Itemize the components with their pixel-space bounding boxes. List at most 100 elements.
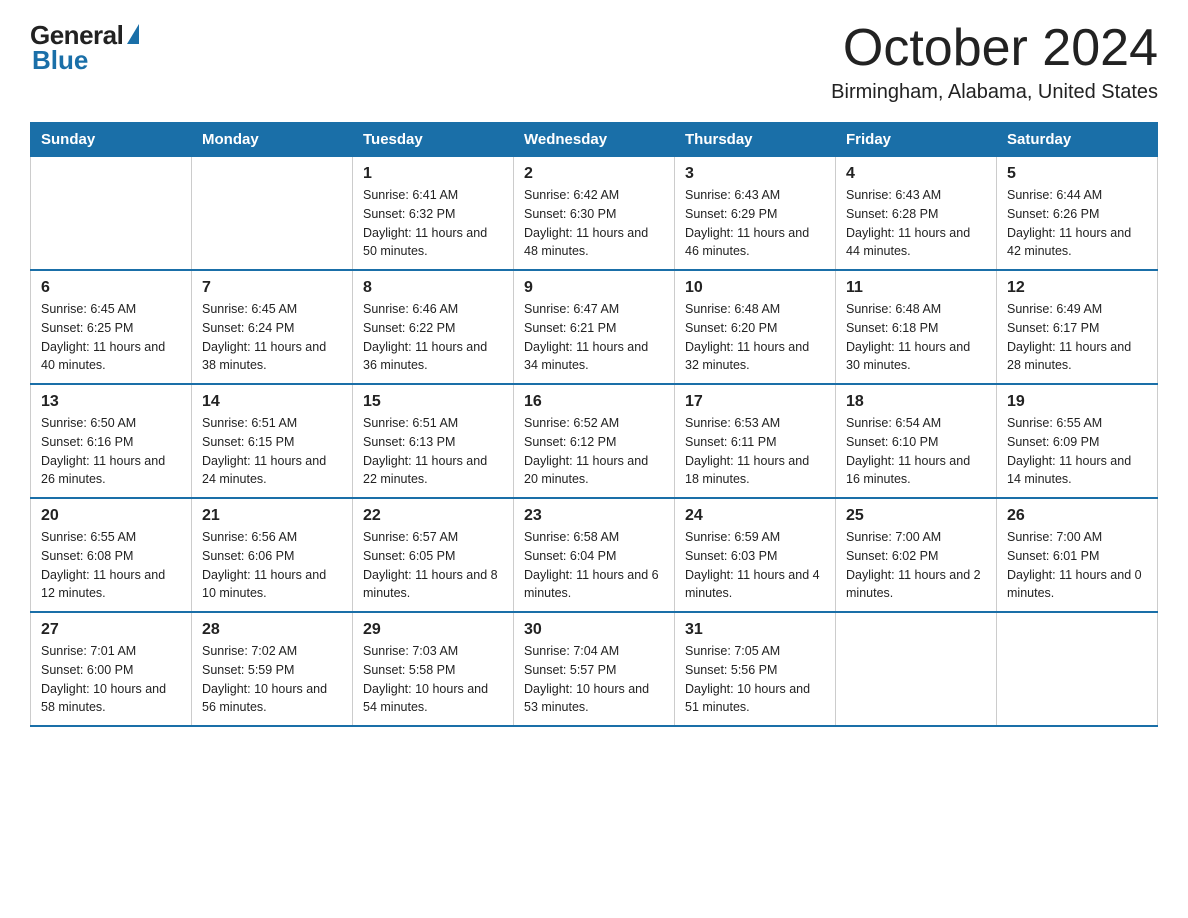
calendar-cell: 29 Sunrise: 7:03 AMSunset: 5:58 PMDayligh… — [353, 612, 514, 726]
calendar-cell: 12 Sunrise: 6:49 AMSunset: 6:17 PMDayligh… — [997, 270, 1158, 384]
calendar-header-row: SundayMondayTuesdayWednesdayThursdayFrid… — [31, 123, 1158, 157]
day-info: Sunrise: 6:56 AMSunset: 6:06 PMDaylight:… — [202, 528, 342, 603]
calendar-table: SundayMondayTuesdayWednesdayThursdayFrid… — [30, 122, 1158, 727]
day-number: 20 — [41, 507, 181, 525]
day-info: Sunrise: 6:42 AMSunset: 6:30 PMDaylight:… — [524, 186, 664, 261]
calendar-cell: 14 Sunrise: 6:51 AMSunset: 6:15 PMDayligh… — [192, 384, 353, 498]
day-number: 30 — [524, 621, 664, 639]
day-number: 12 — [1007, 279, 1147, 297]
day-info: Sunrise: 6:43 AMSunset: 6:28 PMDaylight:… — [846, 186, 986, 261]
calendar-cell — [997, 612, 1158, 726]
calendar-cell: 25 Sunrise: 7:00 AMSunset: 6:02 PMDayligh… — [836, 498, 997, 612]
calendar-cell: 8 Sunrise: 6:46 AMSunset: 6:22 PMDaylight… — [353, 270, 514, 384]
day-number: 29 — [363, 621, 503, 639]
calendar-week-row: 13 Sunrise: 6:50 AMSunset: 6:16 PMDayligh… — [31, 384, 1158, 498]
day-number: 5 — [1007, 165, 1147, 183]
calendar-cell — [192, 157, 353, 271]
column-header-saturday: Saturday — [997, 123, 1158, 157]
day-number: 31 — [685, 621, 825, 639]
calendar-cell: 1Sunrise: 6:41 AMSunset: 6:32 PMDaylight… — [353, 157, 514, 271]
day-info: Sunrise: 7:03 AMSunset: 5:58 PMDaylight:… — [363, 642, 503, 717]
day-number: 16 — [524, 393, 664, 411]
day-info: Sunrise: 6:51 AMSunset: 6:13 PMDaylight:… — [363, 414, 503, 489]
day-number: 6 — [41, 279, 181, 297]
day-number: 8 — [363, 279, 503, 297]
day-info: Sunrise: 6:57 AMSunset: 6:05 PMDaylight:… — [363, 528, 503, 603]
day-info: Sunrise: 6:54 AMSunset: 6:10 PMDaylight:… — [846, 414, 986, 489]
day-info: Sunrise: 6:51 AMSunset: 6:15 PMDaylight:… — [202, 414, 342, 489]
day-info: Sunrise: 6:55 AMSunset: 6:09 PMDaylight:… — [1007, 414, 1147, 489]
calendar-cell: 13 Sunrise: 6:50 AMSunset: 6:16 PMDayligh… — [31, 384, 192, 498]
day-info: Sunrise: 6:49 AMSunset: 6:17 PMDaylight:… — [1007, 300, 1147, 375]
day-info: Sunrise: 7:00 AMSunset: 6:02 PMDaylight:… — [846, 528, 986, 603]
calendar-cell: 22Sunrise: 6:57 AMSunset: 6:05 PMDayligh… — [353, 498, 514, 612]
logo-blue-text: Blue — [32, 45, 88, 76]
day-info: Sunrise: 6:58 AMSunset: 6:04 PMDaylight:… — [524, 528, 664, 603]
day-number: 25 — [846, 507, 986, 525]
day-number: 4 — [846, 165, 986, 183]
logo: General Blue — [30, 20, 139, 76]
calendar-cell: 11 Sunrise: 6:48 AMSunset: 6:18 PMDayligh… — [836, 270, 997, 384]
day-info: Sunrise: 7:05 AMSunset: 5:56 PMDaylight:… — [685, 642, 825, 717]
calendar-cell: 21 Sunrise: 6:56 AMSunset: 6:06 PMDayligh… — [192, 498, 353, 612]
day-number: 2 — [524, 165, 664, 183]
calendar-cell: 16 Sunrise: 6:52 AMSunset: 6:12 PMDayligh… — [514, 384, 675, 498]
day-number: 15 — [363, 393, 503, 411]
day-info: Sunrise: 6:55 AMSunset: 6:08 PMDaylight:… — [41, 528, 181, 603]
day-info: Sunrise: 6:47 AMSunset: 6:21 PMDaylight:… — [524, 300, 664, 375]
calendar-cell: 23 Sunrise: 6:58 AMSunset: 6:04 PMDayligh… — [514, 498, 675, 612]
calendar-cell: 20 Sunrise: 6:55 AMSunset: 6:08 PMDayligh… — [31, 498, 192, 612]
day-info: Sunrise: 6:45 AMSunset: 6:25 PMDaylight:… — [41, 300, 181, 375]
calendar-cell: 31 Sunrise: 7:05 AMSunset: 5:56 PMDayligh… — [675, 612, 836, 726]
day-number: 26 — [1007, 507, 1147, 525]
calendar-cell: 19Sunrise: 6:55 AMSunset: 6:09 PMDayligh… — [997, 384, 1158, 498]
day-info: Sunrise: 7:04 AMSunset: 5:57 PMDaylight:… — [524, 642, 664, 717]
day-number: 11 — [846, 279, 986, 297]
calendar-cell: 28Sunrise: 7:02 AMSunset: 5:59 PMDayligh… — [192, 612, 353, 726]
day-number: 27 — [41, 621, 181, 639]
column-header-tuesday: Tuesday — [353, 123, 514, 157]
calendar-cell: 3Sunrise: 6:43 AMSunset: 6:29 PMDaylight… — [675, 157, 836, 271]
calendar-cell: 10Sunrise: 6:48 AMSunset: 6:20 PMDayligh… — [675, 270, 836, 384]
day-number: 18 — [846, 393, 986, 411]
day-number: 13 — [41, 393, 181, 411]
day-info: Sunrise: 6:53 AMSunset: 6:11 PMDaylight:… — [685, 414, 825, 489]
day-info: Sunrise: 6:46 AMSunset: 6:22 PMDaylight:… — [363, 300, 503, 375]
day-info: Sunrise: 6:48 AMSunset: 6:18 PMDaylight:… — [846, 300, 986, 375]
day-info: Sunrise: 6:48 AMSunset: 6:20 PMDaylight:… — [685, 300, 825, 375]
calendar-cell: 15 Sunrise: 6:51 AMSunset: 6:13 PMDayligh… — [353, 384, 514, 498]
column-header-sunday: Sunday — [31, 123, 192, 157]
calendar-cell — [836, 612, 997, 726]
day-number: 28 — [202, 621, 342, 639]
calendar-cell: 27Sunrise: 7:01 AMSunset: 6:00 PMDayligh… — [31, 612, 192, 726]
day-number: 14 — [202, 393, 342, 411]
day-number: 23 — [524, 507, 664, 525]
calendar-cell: 4 Sunrise: 6:43 AMSunset: 6:28 PMDaylight… — [836, 157, 997, 271]
day-number: 21 — [202, 507, 342, 525]
day-number: 3 — [685, 165, 825, 183]
logo-triangle-icon — [127, 24, 139, 44]
column-header-monday: Monday — [192, 123, 353, 157]
day-info: Sunrise: 7:00 AMSunset: 6:01 PMDaylight:… — [1007, 528, 1147, 603]
day-info: Sunrise: 6:52 AMSunset: 6:12 PMDaylight:… — [524, 414, 664, 489]
calendar-cell: 5 Sunrise: 6:44 AMSunset: 6:26 PMDaylight… — [997, 157, 1158, 271]
calendar-cell: 24Sunrise: 6:59 AMSunset: 6:03 PMDayligh… — [675, 498, 836, 612]
calendar-week-row: 6 Sunrise: 6:45 AMSunset: 6:25 PMDaylight… — [31, 270, 1158, 384]
title-area: October 2024 Birmingham, Alabama, United… — [831, 20, 1158, 104]
calendar-cell: 2 Sunrise: 6:42 AMSunset: 6:30 PMDaylight… — [514, 157, 675, 271]
calendar-cell: 7Sunrise: 6:45 AMSunset: 6:24 PMDaylight… — [192, 270, 353, 384]
page-header: General Blue October 2024 Birmingham, Al… — [30, 20, 1158, 104]
day-info: Sunrise: 6:44 AMSunset: 6:26 PMDaylight:… — [1007, 186, 1147, 261]
day-number: 1 — [363, 165, 503, 183]
calendar-cell: 9 Sunrise: 6:47 AMSunset: 6:21 PMDaylight… — [514, 270, 675, 384]
calendar-cell: 17 Sunrise: 6:53 AMSunset: 6:11 PMDayligh… — [675, 384, 836, 498]
day-info: Sunrise: 6:50 AMSunset: 6:16 PMDaylight:… — [41, 414, 181, 489]
column-header-wednesday: Wednesday — [514, 123, 675, 157]
calendar-cell: 30 Sunrise: 7:04 AMSunset: 5:57 PMDayligh… — [514, 612, 675, 726]
day-number: 24 — [685, 507, 825, 525]
calendar-week-row: 1Sunrise: 6:41 AMSunset: 6:32 PMDaylight… — [31, 157, 1158, 271]
calendar-cell: 26 Sunrise: 7:00 AMSunset: 6:01 PMDayligh… — [997, 498, 1158, 612]
day-number: 17 — [685, 393, 825, 411]
day-number: 9 — [524, 279, 664, 297]
day-number: 7 — [202, 279, 342, 297]
